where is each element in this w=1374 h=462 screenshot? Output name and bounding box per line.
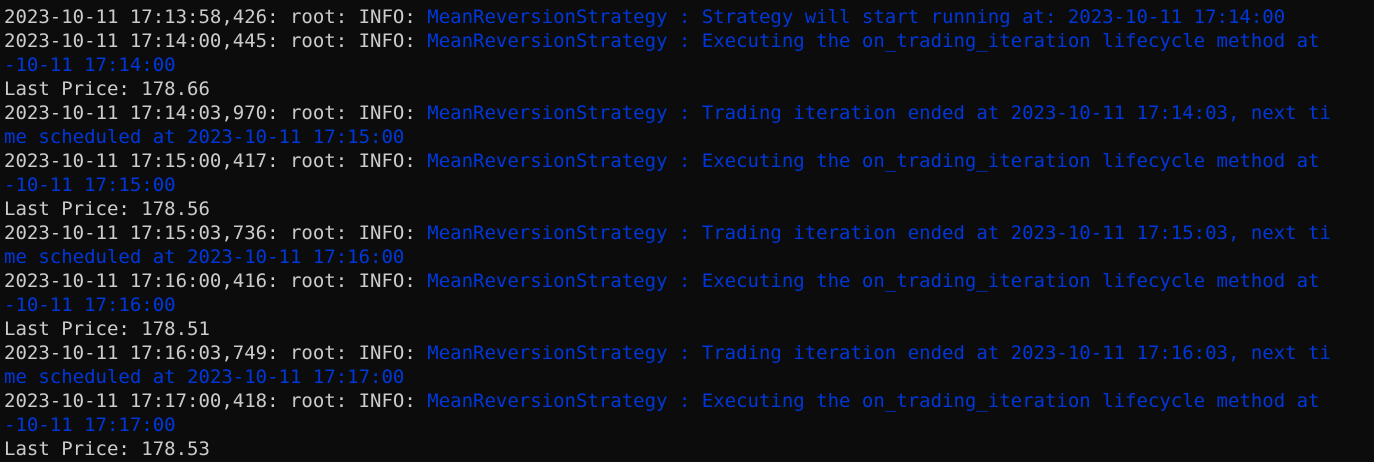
log-line: me scheduled at 2023-10-11 17:17:00 <box>4 365 1374 389</box>
log-prefix: 2023-10-11 17:15:00,417: root: INFO: <box>4 150 428 172</box>
log-line: 2023-10-11 17:16:00,416: root: INFO: Mea… <box>4 269 1374 293</box>
log-line: 2023-10-11 17:16:03,749: root: INFO: Mea… <box>4 341 1374 365</box>
log-line: 2023-10-11 17:14:03,970: root: INFO: Mea… <box>4 101 1374 125</box>
log-line: Last Price: 178.51 <box>4 317 1374 341</box>
log-message: MeanReversionStrategy : Trading iteratio… <box>427 222 1331 244</box>
log-prefix: 2023-10-11 17:14:03,970: root: INFO: <box>4 102 428 124</box>
log-line: me scheduled at 2023-10-11 17:16:00 <box>4 245 1374 269</box>
log-line: 2023-10-11 17:14:00,445: root: INFO: Mea… <box>4 29 1374 53</box>
log-line: Last Price: 178.56 <box>4 197 1374 221</box>
log-line: 2023-10-11 17:15:03,736: root: INFO: Mea… <box>4 221 1374 245</box>
log-prefix: Last Price: 178.66 <box>4 78 210 100</box>
log-line: 2023-10-11 17:13:58,426: root: INFO: Mea… <box>4 5 1374 29</box>
log-prefix: 2023-10-11 17:14:00,445: root: INFO: <box>4 30 428 52</box>
log-prefix: 2023-10-11 17:16:03,749: root: INFO: <box>4 342 428 364</box>
log-message: MeanReversionStrategy : Trading iteratio… <box>427 342 1331 364</box>
log-message: MeanReversionStrategy : Executing the on… <box>427 270 1320 292</box>
log-line: me scheduled at 2023-10-11 17:15:00 <box>4 125 1374 149</box>
log-message: -10-11 17:15:00 <box>4 174 176 196</box>
log-line: -10-11 17:17:00 <box>4 413 1374 437</box>
log-message: -10-11 17:17:00 <box>4 414 176 436</box>
log-message: -10-11 17:16:00 <box>4 294 176 316</box>
log-message: MeanReversionStrategy : Strategy will st… <box>427 6 1286 28</box>
log-prefix: Last Price: 178.53 <box>4 438 210 460</box>
log-message: MeanReversionStrategy : Executing the on… <box>427 150 1320 172</box>
log-message: -10-11 17:14:00 <box>4 54 176 76</box>
log-message: me scheduled at 2023-10-11 17:15:00 <box>4 126 405 148</box>
log-prefix: 2023-10-11 17:13:58,426: root: INFO: <box>4 6 428 28</box>
log-message: MeanReversionStrategy : Trading iteratio… <box>427 102 1331 124</box>
log-prefix: 2023-10-11 17:16:00,416: root: INFO: <box>4 270 428 292</box>
log-prefix: 2023-10-11 17:15:03,736: root: INFO: <box>4 222 428 244</box>
log-line: -10-11 17:16:00 <box>4 293 1374 317</box>
log-line: 2023-10-11 17:15:00,417: root: INFO: Mea… <box>4 149 1374 173</box>
terminal-output[interactable]: 2023-10-11 17:13:58,426: root: INFO: Mea… <box>4 5 1374 461</box>
log-message: me scheduled at 2023-10-11 17:17:00 <box>4 366 405 388</box>
log-line: 2023-10-11 17:17:00,418: root: INFO: Mea… <box>4 389 1374 413</box>
log-line: -10-11 17:15:00 <box>4 173 1374 197</box>
log-line: Last Price: 178.66 <box>4 77 1374 101</box>
log-line: -10-11 17:14:00 <box>4 53 1374 77</box>
log-prefix: 2023-10-11 17:17:00,418: root: INFO: <box>4 390 428 412</box>
log-prefix: Last Price: 178.56 <box>4 198 210 220</box>
log-prefix: Last Price: 178.51 <box>4 318 210 340</box>
log-line: Last Price: 178.53 <box>4 437 1374 461</box>
log-message: me scheduled at 2023-10-11 17:16:00 <box>4 246 405 268</box>
log-message: MeanReversionStrategy : Executing the on… <box>427 390 1320 412</box>
log-message: MeanReversionStrategy : Executing the on… <box>427 30 1320 52</box>
